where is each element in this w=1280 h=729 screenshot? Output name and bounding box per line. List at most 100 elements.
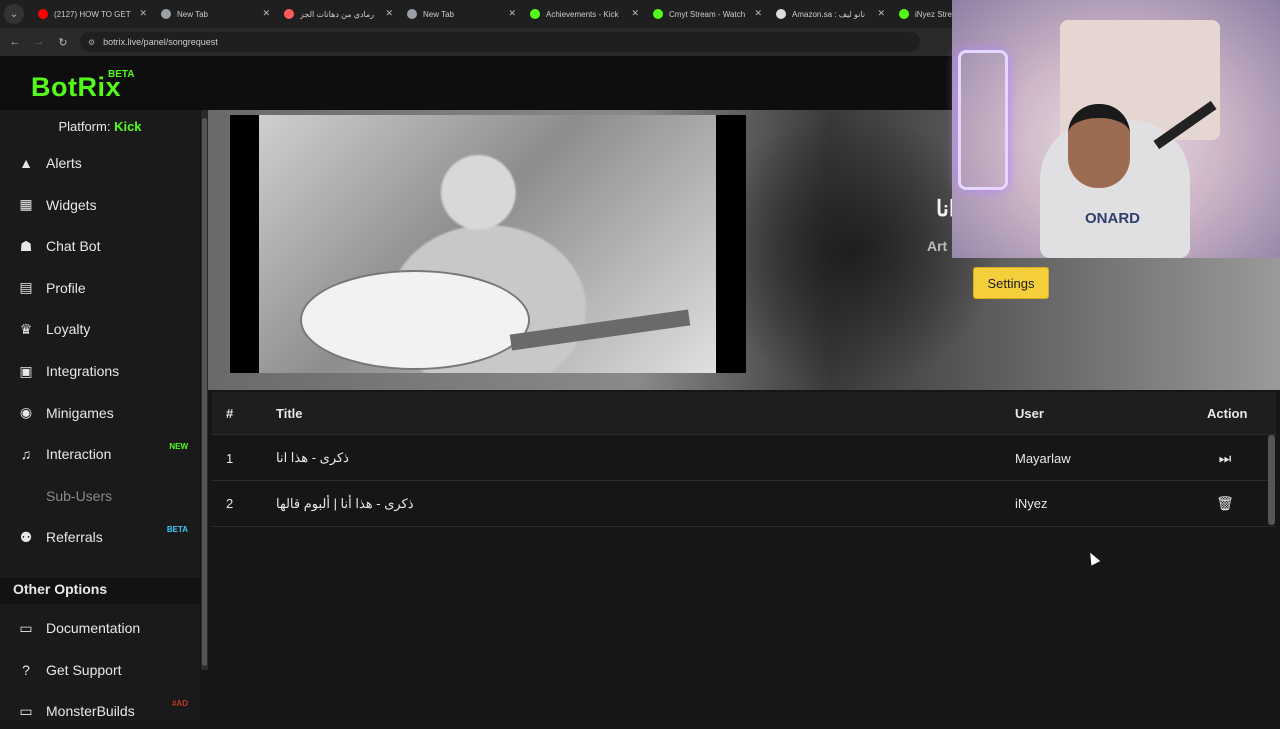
sidebar-item-label: Minigames (46, 404, 114, 421)
sidebar-item-label: Alerts (46, 155, 82, 171)
tab-close-icon[interactable]: ✕ (631, 8, 639, 19)
browser-tab[interactable]: Achievements - Kick ✕ (522, 0, 645, 28)
sidebar-item-label: Integrations (46, 363, 120, 379)
amazon-icon (776, 9, 786, 19)
url-input[interactable]: ⚙ botrix.live/panel/songrequest (80, 32, 920, 52)
sidebar-item-sub-users[interactable]: Sub-Users (0, 478, 200, 514)
users-icon (17, 488, 35, 504)
tab-title: Achievements - Kick (546, 9, 619, 19)
sidebar-item-label: Profile (46, 279, 86, 296)
tab-title: (2127) HOW TO GET (54, 9, 131, 19)
sidebar-item-alerts[interactable]: ▲ Alerts (0, 145, 200, 181)
sidebar-item-integrations[interactable]: ▣ Integrations (0, 353, 200, 389)
webcam-hex-lights (958, 50, 1008, 190)
sidebar-item-label: Get Support (46, 661, 122, 678)
row-title: ذكرى - هذا أنا | ألبوم قالها (276, 495, 414, 511)
sidebar-item-label: Loyalty (46, 321, 91, 338)
sidebar-item-documentation[interactable]: ▭ Documentation (0, 610, 200, 646)
paint-icon (284, 9, 294, 19)
sidebar-item-referrals[interactable]: ⚉ Referrals BETA (0, 519, 200, 555)
table-row: 2 ذكرى - هذا أنا | ألبوم قالها iNyez 🗑 (212, 482, 1276, 527)
now-playing-artist: Art (927, 238, 948, 254)
sidebar-item-badge: BETA (166, 525, 188, 535)
youtube-icon (38, 9, 48, 19)
trophy-icon: ♛ (19, 320, 33, 337)
sidebar-item-badge: #AD (171, 699, 188, 708)
platform-label: Platform: (58, 119, 111, 134)
sidebar-item-label: MonsterBuilds (46, 703, 135, 719)
browser-tab[interactable]: New Tab ✕ (153, 0, 276, 28)
table-scrollbar[interactable] (1268, 435, 1275, 525)
tab-close-icon[interactable]: ✕ (385, 8, 393, 19)
tab-list-button[interactable]: ⌄ (4, 4, 24, 24)
sidebar-item-label: Widgets (46, 196, 97, 213)
tab-title: New Tab (423, 9, 454, 19)
forward-icon[interactable]: → (30, 33, 48, 51)
plug-icon: ▣ (19, 362, 33, 379)
platform-indicator: Platform: Kick (0, 119, 200, 134)
browser-tab[interactable]: Amazon.sa : نانو ليف ✕ (768, 0, 891, 28)
col-header-title: Title (276, 405, 303, 421)
mouse-cursor (1085, 550, 1101, 566)
gamepad-icon: ◉ (19, 404, 33, 421)
col-header-user: User (1015, 405, 1044, 421)
row-user: iNyez (1015, 496, 1048, 511)
browser-tab[interactable]: New Tab ✕ (399, 0, 522, 28)
col-header-num: # (226, 405, 234, 421)
browser-tab[interactable]: (2127) HOW TO GET ✕ (30, 0, 153, 28)
sidebar-item-label: Interaction (46, 446, 112, 463)
queue-table-header: # Title User Action (212, 392, 1276, 435)
table-row: 1 ذكرى - هذا انا Mayarlaw ⏭ (212, 436, 1276, 481)
platform-value: Kick (114, 119, 142, 134)
robot-icon: ☗ (19, 237, 33, 254)
tab-strip: (2127) HOW TO GET ✕ New Tab ✕ رمادي من دهانا… (30, 0, 1014, 28)
settings-button[interactable]: Settings (973, 267, 1049, 299)
row-number: 1 (226, 450, 234, 466)
warning-icon: ▲ (19, 155, 33, 171)
logo-beta-badge: BETA (108, 69, 135, 80)
tab-title: Cmyt Stream - Watch (669, 9, 746, 19)
url-text: botrix.live/panel/songrequest (103, 37, 218, 47)
tab-close-icon[interactable]: ✕ (262, 8, 270, 19)
tab-close-icon[interactable]: ✕ (508, 8, 516, 19)
tab-close-icon[interactable]: ✕ (877, 8, 885, 19)
reload-icon[interactable]: ↻ (54, 33, 72, 51)
trash-icon[interactable]: 🗑 (1210, 482, 1240, 526)
laptop-icon: ▭ (19, 702, 33, 719)
music-icon: ♫ (20, 446, 32, 463)
sidebar-item-widgets[interactable]: ▦ Widgets (0, 187, 200, 223)
tab-close-icon[interactable]: ✕ (139, 8, 147, 19)
sidebar-item-profile[interactable]: ▤ Profile (0, 270, 200, 306)
grid-icon: ▦ (19, 196, 33, 213)
row-number: 2 (226, 496, 234, 511)
kick-icon (530, 9, 540, 19)
col-header-action: Action (1207, 405, 1248, 421)
browser-tab[interactable]: رمادي من دهانات الجز ✕ (276, 0, 399, 28)
skip-icon[interactable]: ⏭ (1210, 436, 1240, 480)
tab-title: رمادي من دهانات الجز (300, 9, 375, 19)
sidebar-scrollbar-thumb[interactable] (202, 118, 207, 666)
row-title: ذكرى - هذا انا (276, 450, 349, 465)
tab-close-icon[interactable]: ✕ (754, 8, 762, 19)
back-icon[interactable]: ← (6, 33, 24, 51)
users-icon: ⚉ (19, 528, 33, 545)
tab-title: New Tab (177, 9, 208, 19)
webcam-head (1068, 104, 1130, 188)
book-icon: ▭ (19, 619, 33, 636)
sidebar-item-interaction[interactable]: ♫ Interaction NEW (0, 436, 200, 472)
site-info-icon[interactable]: ⚙ (88, 38, 95, 47)
tab-title: Amazon.sa : نانو ليف (792, 9, 866, 19)
sidebar-item-loyalty[interactable]: ♛ Loyalty (0, 311, 200, 347)
sidebar-item-monsterbuilds[interactable]: ▭ MonsterBuilds #AD (0, 693, 200, 729)
sidebar-item-label: Chat Bot (46, 238, 101, 255)
webcam-shirt-text: ONARD (1085, 210, 1140, 227)
kick-icon (899, 9, 909, 19)
browser-tab[interactable]: Cmyt Stream - Watch ✕ (645, 0, 768, 28)
id-card-icon: ▤ (19, 279, 33, 296)
video-oud-body (300, 270, 530, 370)
sidebar-item-chat-bot[interactable]: ☗ Chat Bot (0, 228, 200, 264)
globe-icon (407, 9, 417, 19)
sidebar-item-get-support[interactable]: ? Get Support (0, 652, 200, 688)
sidebar-item-badge: NEW (169, 442, 188, 452)
sidebar-item-minigames[interactable]: ◉ Minigames (0, 395, 200, 431)
